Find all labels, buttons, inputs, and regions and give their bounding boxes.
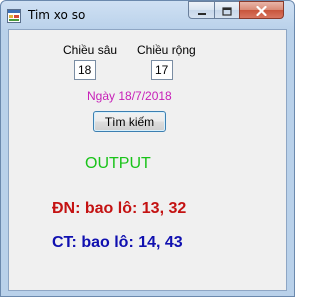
form-client-area: Chiều sâu Chiều rộng Ngày 18/7/2018 Tìm … (8, 29, 287, 291)
width-input[interactable] (151, 60, 173, 80)
date-label: Ngày 18/7/2018 (87, 89, 172, 103)
minimize-icon (197, 1, 207, 20)
app-form-icon (7, 8, 21, 23)
search-button[interactable]: Tìm kiếm (93, 111, 166, 132)
result-ct-label: CT: bao lô: 14, 43 (52, 234, 183, 251)
app-window: Tim xo so Chiều sâu 18 Chiều rộng 17 Ngà… (0, 0, 295, 297)
close-icon (256, 1, 267, 20)
close-button[interactable] (239, 1, 284, 19)
depth-input[interactable] (74, 60, 96, 80)
output-heading: OUTPUT (85, 155, 151, 172)
maximize-button[interactable] (214, 1, 240, 19)
depth-label: Chiều sâu (63, 43, 118, 57)
window-title: Tim xo so (28, 8, 86, 22)
minimize-button[interactable] (188, 1, 215, 19)
result-dn-label: ĐN: bao lô: 13, 32 (52, 200, 187, 217)
title-bar[interactable]: Tim xo so (1, 1, 294, 29)
window-controls (188, 1, 284, 19)
width-label: Chiều rộng (137, 43, 196, 57)
restore-icon (222, 1, 232, 20)
